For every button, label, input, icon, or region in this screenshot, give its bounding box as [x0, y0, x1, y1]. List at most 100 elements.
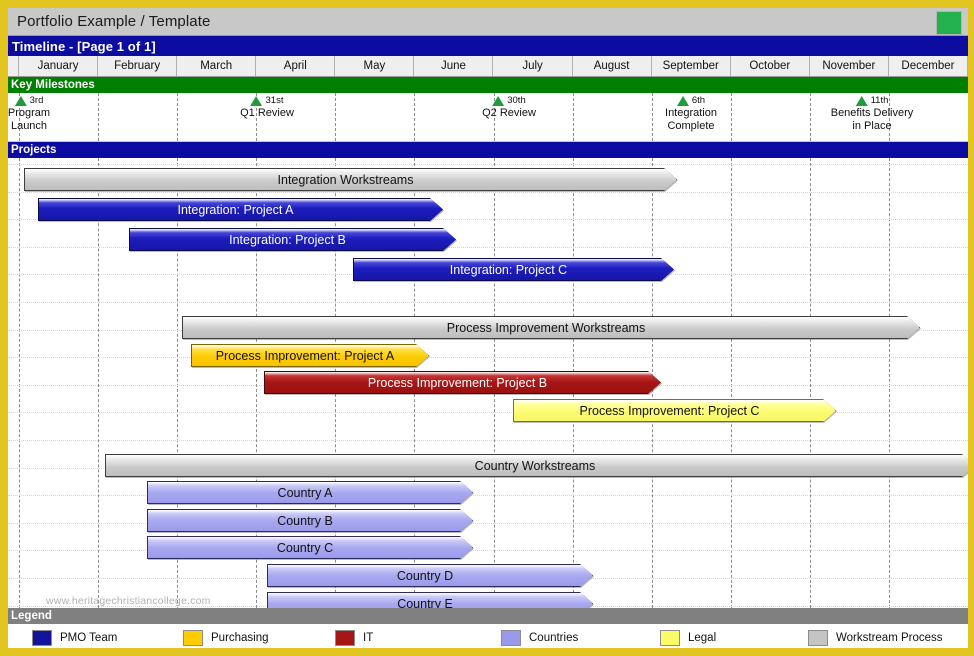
milestone-head: 6th	[665, 95, 717, 107]
month-header-row: January February March April May June July Augu…	[8, 56, 968, 77]
gantt-bar[interactable]: Country C	[147, 536, 473, 559]
gantt-bar-label: Process Improvement: Project A	[215, 348, 395, 363]
gantt-bar-label: Integration: Project C	[449, 262, 568, 277]
milestone-label: Q2 Review	[482, 106, 536, 119]
gridline-vertical	[809, 93, 811, 141]
month-header-november: November	[810, 56, 889, 76]
status-badge[interactable]	[936, 11, 962, 35]
gridline-vertical	[335, 93, 337, 141]
gantt-bar[interactable]: Country Workstreams	[105, 454, 968, 477]
month-header-april: April	[256, 56, 336, 76]
milestone-head: 3rd	[8, 95, 50, 107]
gantt-bar-label: Integration: Project B	[229, 232, 346, 247]
page-title: Portfolio Example / Template	[17, 13, 211, 30]
gantt-bar-label: Integration: Project A	[177, 202, 294, 217]
gantt-bar[interactable]: Country E	[267, 592, 593, 608]
milestone-triangle-icon	[492, 95, 505, 106]
legend-label: Purchasing	[211, 631, 269, 644]
gridline-vertical	[730, 93, 732, 141]
gantt-bar[interactable]: Integration Workstreams	[24, 168, 677, 191]
milestone-date: 30th	[507, 95, 526, 106]
milestone-triangle-icon	[855, 95, 868, 106]
legend-item[interactable]: PMO Team	[32, 629, 118, 646]
section-header-legend-label: Legend	[11, 610, 52, 622]
milestone-label: Integration	[665, 106, 717, 119]
title-bar: Portfolio Example / Template	[8, 8, 968, 36]
month-header-september: September	[652, 56, 731, 76]
gantt-bar-label: Country A	[277, 485, 333, 500]
legend-label: PMO Team	[60, 631, 118, 644]
legend-item[interactable]: Purchasing	[183, 629, 269, 646]
gantt-bar[interactable]: Country A	[147, 481, 473, 504]
milestone-label-line2: Complete	[667, 119, 715, 132]
gantt-bar[interactable]: Integration: Project A	[38, 198, 443, 221]
legend-swatch	[660, 629, 680, 646]
gridline-vertical	[414, 93, 416, 141]
legend-item[interactable]: Workstream Process	[808, 629, 943, 646]
month-header-august: August	[573, 56, 652, 76]
month-header-january: January	[19, 56, 99, 76]
section-header-projects: Projects	[8, 142, 968, 158]
legend-item[interactable]: IT	[335, 629, 374, 646]
milestone-label: Q1 Review	[240, 106, 294, 119]
milestone-marker[interactable]: 30th Q2 Review	[482, 95, 536, 120]
legend-label: Workstream Process	[836, 631, 943, 644]
milestone-head: 11th	[831, 95, 914, 107]
gantt-window: Portfolio Example / Template Timeline - …	[0, 0, 974, 656]
legend-item[interactable]: Legal	[660, 629, 717, 646]
gridline-horizontal	[8, 440, 968, 441]
milestone-marker[interactable]: 6th Integration Complete	[665, 95, 717, 133]
gridline-vertical	[19, 158, 20, 608]
gantt-bar-label: Integration Workstreams	[277, 172, 414, 187]
gantt-bar[interactable]: Integration: Project C	[353, 258, 674, 281]
gridline-vertical	[98, 158, 100, 608]
milestone-triangle-icon	[14, 95, 27, 106]
milestone-marker[interactable]: 31st Q1 Review	[240, 95, 294, 120]
legend-label: Countries	[529, 631, 579, 644]
month-header-october: October	[731, 56, 810, 76]
milestone-label: Program	[8, 106, 51, 119]
gridline-vertical	[651, 93, 653, 141]
gantt-bar-label: Country C	[276, 540, 334, 555]
section-header-milestones-label: Key Milestones	[11, 79, 95, 91]
gantt-bar-label: Country Workstreams	[474, 458, 596, 473]
month-header-march: March	[177, 56, 257, 76]
gantt-bar[interactable]: Process Improvement Workstreams	[182, 316, 920, 339]
milestone-date: 31st	[265, 95, 284, 106]
milestone-head: 30th	[482, 95, 536, 107]
legend-label: IT	[363, 631, 374, 644]
gantt-bar[interactable]: Process Improvement: Project A	[191, 344, 429, 367]
gantt-bar[interactable]: Country D	[267, 564, 593, 587]
milestone-head: 31st	[240, 95, 294, 107]
milestone-label-line2: Launch	[10, 119, 48, 132]
section-header-projects-label: Projects	[11, 144, 57, 156]
gantt-bar-label: Process Improvement: Project C	[579, 403, 760, 418]
gantt-bar-label: Process Improvement Workstreams	[446, 320, 646, 335]
month-header-december: December	[889, 56, 968, 76]
gantt-bar[interactable]: Country B	[147, 509, 473, 532]
gridline-horizontal	[8, 192, 968, 193]
legend-swatch	[32, 629, 52, 646]
gridline-horizontal	[8, 357, 968, 358]
milestone-label-line2: in Place	[852, 119, 892, 132]
gridline-horizontal	[8, 302, 968, 303]
milestone-marker[interactable]: 3rd Program Launch	[8, 95, 50, 133]
month-gutter	[8, 56, 19, 76]
timeline-header: Timeline - [Page 1 of 1]	[8, 36, 968, 56]
gantt-bar[interactable]: Process Improvement: Project C	[513, 399, 836, 422]
legend-swatch	[183, 629, 203, 646]
month-header-july: July	[494, 56, 573, 76]
gridline-vertical	[98, 93, 100, 141]
gridline-vertical	[888, 158, 890, 608]
milestone-marker[interactable]: 11th Benefits Delivery in Place	[831, 95, 914, 133]
legend-item[interactable]: Countries	[501, 629, 579, 646]
timeline-header-label: Timeline - [Page 1 of 1]	[12, 38, 156, 54]
section-header-legend: Legend	[8, 608, 968, 624]
legend-label: Legal	[688, 631, 717, 644]
gridline-vertical	[809, 158, 811, 608]
milestone-label: Benefits Delivery	[830, 106, 914, 119]
gantt-bar[interactable]: Integration: Project B	[129, 228, 456, 251]
gantt-bar[interactable]: Process Improvement: Project B	[264, 371, 661, 394]
section-header-milestones: Key Milestones	[8, 77, 968, 93]
gantt-bar-label: Process Improvement: Project B	[367, 375, 548, 390]
